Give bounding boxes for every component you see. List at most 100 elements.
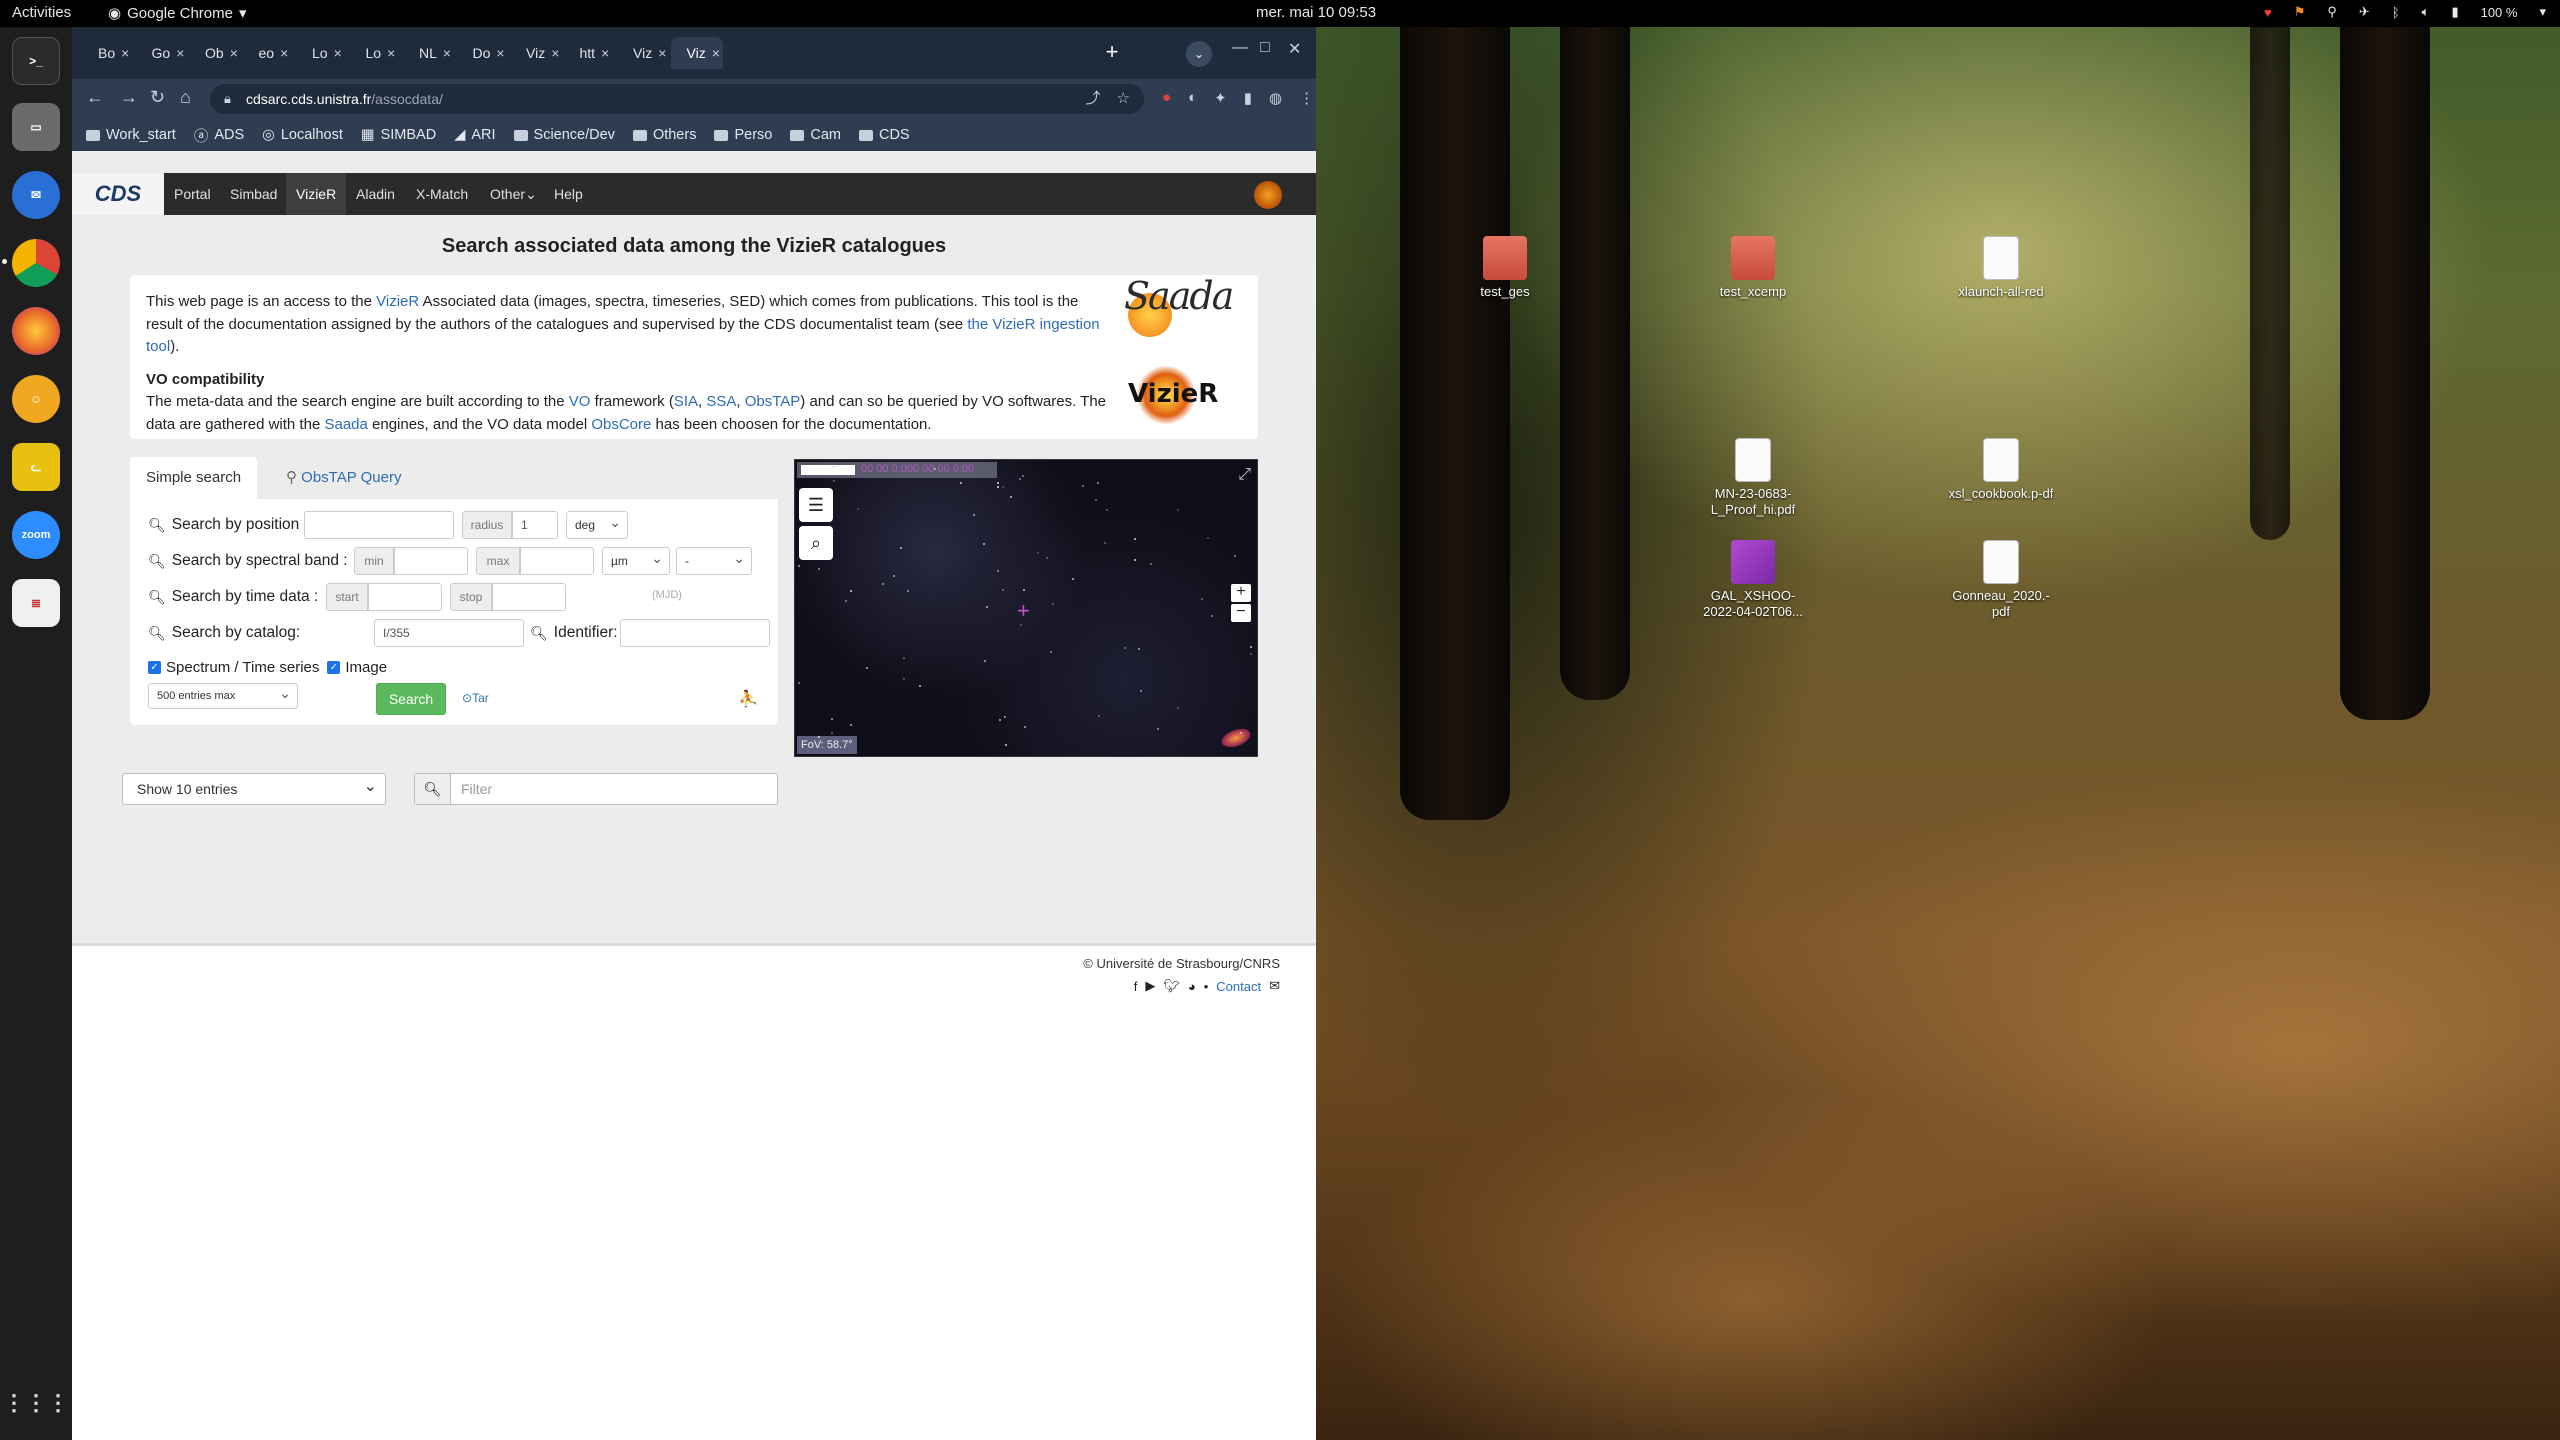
vizier-link[interactable]: VizieR — [376, 293, 419, 310]
menu-kebab-icon[interactable]: ⋮ — [1299, 89, 1314, 107]
bookmark-ads[interactable]: ⓐ ADS — [194, 125, 244, 146]
facebook-icon[interactable]: f — [1134, 979, 1138, 994]
tab-close-icon[interactable]: × — [280, 45, 288, 61]
desktop-folder-test-xcemp[interactable]: test_xcemp — [1698, 236, 1808, 300]
radius-input[interactable]: 1 — [512, 511, 558, 539]
home-icon[interactable]: ⌂ — [180, 87, 191, 108]
maximize-icon[interactable]: □ — [1260, 39, 1270, 57]
spectral-min-input[interactable] — [394, 547, 468, 575]
cat-app-icon[interactable]: ᓚ — [12, 443, 60, 491]
saada-logo[interactable]: Saada — [1124, 277, 1234, 349]
cds-logo[interactable]: CDS — [72, 173, 164, 215]
github-icon[interactable]: ◕ — [1188, 979, 1196, 994]
vizier-badge-icon[interactable] — [1254, 181, 1282, 209]
vo-link[interactable]: VO — [569, 393, 591, 410]
nav-simbad[interactable]: Simbad — [230, 173, 277, 215]
address-bar[interactable]: 🔒︎ cdsarc.cds.unistra.fr/assocdata/ ⤴ ☆ — [210, 84, 1144, 114]
tab-close-icon[interactable]: × — [334, 45, 342, 61]
app-indicator-icon[interactable]: ⚑ — [2294, 4, 2306, 20]
tab-close-icon[interactable]: × — [658, 45, 666, 61]
tab-close-icon[interactable]: × — [551, 45, 559, 61]
bookmark-simbad[interactable]: ▦ SIMBAD — [361, 127, 436, 143]
projection-field[interactable] — [801, 465, 855, 475]
chrome-icon[interactable] — [2, 239, 60, 287]
bookmark-ari[interactable]: ◢ ARI — [454, 127, 495, 143]
document-viewer-icon[interactable]: ≣ — [12, 579, 60, 627]
nav-other[interactable]: Other⌄ — [490, 173, 537, 215]
tab-close-icon[interactable]: × — [601, 45, 609, 61]
zoom-out-button[interactable]: − — [1231, 604, 1251, 622]
tar-download-link[interactable]: ⊙Tar — [462, 691, 489, 705]
image-checkbox[interactable]: ✓ — [327, 660, 341, 674]
clock[interactable]: mer. mai 10 09:53 — [1256, 4, 1376, 21]
files-icon[interactable]: ▭ — [12, 103, 60, 151]
search-button[interactable]: Search — [376, 683, 446, 715]
browser-tab[interactable]: Viz × — [510, 37, 562, 69]
tab-obstap-query[interactable]: ⚲︎ ObsTAP Query — [270, 457, 417, 499]
thunderbird-icon[interactable]: ✉ — [12, 171, 60, 219]
radius-unit-select[interactable]: deg — [566, 509, 628, 539]
desktop-file-gonneau[interactable]: Gonneau_2020.-pdf — [1946, 540, 2056, 620]
zoom-icon[interactable]: zoom — [12, 511, 60, 559]
extensions-puzzle-icon[interactable]: ✦ — [1214, 89, 1227, 107]
nav-xmatch[interactable]: X-Match — [416, 173, 468, 215]
browser-tab[interactable]: Bo × — [82, 37, 134, 69]
app-yellow-icon[interactable]: ☺ — [12, 375, 60, 423]
tab-close-icon[interactable]: × — [387, 45, 395, 61]
desktop-file-mn-proof[interactable]: MN-23-0683-L_Proof_hi.pdf — [1698, 438, 1808, 518]
browser-tab[interactable]: Ob × — [189, 37, 241, 69]
tab-close-icon[interactable]: × — [230, 45, 238, 61]
new-tab-button[interactable]: + — [1100, 41, 1124, 65]
tab-close-icon[interactable]: × — [443, 45, 451, 61]
bookmark-work-start[interactable]: Work_start — [86, 127, 176, 143]
firefox-icon[interactable] — [12, 307, 60, 355]
spectral-max-input[interactable] — [520, 547, 594, 575]
forward-arrow-icon[interactable]: → — [120, 87, 138, 108]
desktop-file-xlaunch[interactable]: xlaunch-all-red — [1946, 236, 2056, 300]
tab-close-icon[interactable]: × — [121, 45, 129, 61]
desktop-file-xsl-cookbook[interactable]: xsl_cookbook.p-df — [1946, 438, 2056, 502]
twitter-icon[interactable]: 🐦︎ — [1163, 978, 1180, 994]
contact-link[interactable]: Contact — [1216, 979, 1261, 994]
app-menu[interactable]: ◉ Google Chrome ▾ — [108, 4, 247, 23]
envelope-icon[interactable]: ✉ — [1269, 978, 1280, 994]
browser-tab[interactable]: htt × — [564, 37, 616, 69]
time-stop-input[interactable] — [492, 583, 566, 611]
browser-tab[interactable]: eo × — [243, 37, 295, 69]
extension-dark-icon[interactable]: ◐ — [1188, 89, 1197, 107]
bookmark-localhost[interactable]: ◎ Localhost — [262, 127, 343, 143]
layers-stack-icon[interactable]: ☰ — [799, 488, 833, 522]
browser-tab[interactable]: Viz × — [617, 37, 669, 69]
tab-close-icon[interactable]: × — [496, 45, 504, 61]
tab-search-dropdown[interactable]: ⌄ — [1186, 41, 1212, 67]
fullscreen-expand-icon[interactable]: ⤢ — [1238, 466, 1251, 484]
desktop-folder-test-ges[interactable]: test_ges — [1450, 236, 1560, 300]
search-magnifier-icon[interactable]: ⌕ — [799, 526, 833, 560]
bookmark-others[interactable]: Others — [632, 127, 696, 143]
obstap-link[interactable]: ObsTAP — [745, 393, 801, 410]
zoom-in-button[interactable]: + — [1231, 584, 1251, 602]
nav-aladin[interactable]: Aladin — [356, 173, 395, 215]
minimize-icon[interactable]: — — [1232, 39, 1248, 57]
profile-avatar[interactable]: ◍ — [1269, 89, 1282, 107]
activities-button[interactable]: Activities — [12, 4, 71, 21]
browser-tab[interactable]: Do × — [457, 37, 509, 69]
bookmark-perso[interactable]: Perso — [714, 127, 772, 143]
spectral-unit-select[interactable]: µm — [602, 545, 670, 575]
back-arrow-icon[interactable]: ← — [86, 87, 104, 108]
tab-close-icon[interactable]: × — [176, 45, 184, 61]
vizier-logo[interactable]: VizieR — [1128, 363, 1218, 429]
wizard-icon[interactable]: ⛹ — [738, 689, 758, 709]
sia-link[interactable]: SIA — [674, 393, 698, 410]
ssa-link[interactable]: SSA — [706, 393, 736, 410]
terminal-icon[interactable]: >_ — [12, 37, 60, 85]
share-icon[interactable]: ⤴ — [1086, 84, 1101, 114]
position-input[interactable] — [304, 511, 454, 539]
browser-tab[interactable]: Go × — [136, 37, 188, 69]
close-window-icon[interactable]: ✕ — [1288, 39, 1301, 59]
catalog-input[interactable]: I/355 — [374, 619, 524, 647]
filter-field[interactable]: 🔍︎ Filter — [414, 773, 778, 805]
browser-tab[interactable]: NL × — [403, 37, 455, 69]
bookmark-star-icon[interactable]: ☆ — [1117, 84, 1130, 114]
youtube-icon[interactable]: ▶ — [1145, 978, 1155, 994]
